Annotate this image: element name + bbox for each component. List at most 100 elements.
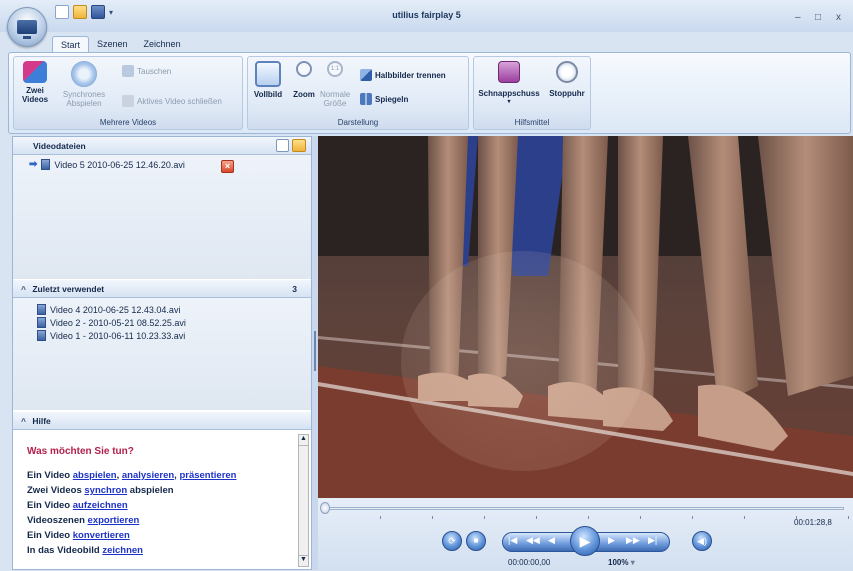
snapshot-button[interactable]: Schnappschuss ▾: [476, 61, 542, 107]
scroll-down-icon[interactable]: ▼: [299, 555, 308, 566]
sync-play-button[interactable]: Synchrones Abspielen: [58, 61, 110, 108]
timeline-tick: [380, 516, 381, 519]
help-link[interactable]: zeichnen: [102, 545, 143, 556]
videofiles-list: ➡ Video 5 2010-06-25 12.46.20.avi ×: [13, 155, 311, 279]
recent-item[interactable]: Video 4 2010-06-25 12.43.04.avi: [37, 304, 180, 315]
normal-size-icon: 1:1: [327, 61, 343, 77]
sync-icon: [71, 61, 97, 87]
scroll-up-icon[interactable]: ▲: [299, 435, 308, 446]
player-controls: 00:01:28,8 ⟳ ■ |◀ ◀◀ ◀ ▶ ▶ ▶▶ ▶| ◀) 00:0…: [318, 498, 853, 571]
step-forward-icon[interactable]: ▶: [608, 535, 622, 549]
timeline-thumb[interactable]: [320, 502, 330, 514]
timeline-tick: [744, 516, 745, 519]
duration-label: 00:01:28,8: [794, 518, 832, 527]
loop-icon: ⟳: [448, 536, 456, 546]
monitor-icon: [17, 20, 37, 39]
remove-file-icon[interactable]: ×: [221, 160, 234, 173]
help-title: Was möchten Sie tun?: [27, 446, 134, 457]
close-active-video-button[interactable]: Aktives Video schließen: [122, 95, 222, 107]
minimize-button[interactable]: –: [795, 12, 801, 23]
help-text: Zwei Videos: [27, 485, 85, 496]
help-text: Videoszenen: [27, 515, 88, 526]
fullscreen-icon: [255, 61, 281, 87]
help-line: Ein Video abspielen, analysieren, präsen…: [27, 470, 236, 481]
stop-icon: ■: [473, 536, 479, 545]
fullscreen-button[interactable]: Vollbild: [252, 61, 284, 99]
timeline-tick: [536, 516, 537, 519]
recent-header[interactable]: ^ Zuletzt verwendet 3: [13, 280, 311, 298]
help-lines: Ein Video abspielen, analysieren, präsen…: [27, 470, 236, 560]
collapse-chevron-icon: ^: [21, 416, 26, 426]
zoom-button[interactable]: Zoom: [290, 61, 318, 99]
timeline-tick: [588, 516, 589, 519]
zoom-dropdown-icon: ▾: [630, 558, 635, 567]
help-header[interactable]: ^ Hilfe: [13, 412, 311, 430]
help-line: Zwei Videos synchron abspielen: [27, 485, 236, 496]
help-line: Videoszenen exportieren: [27, 515, 236, 526]
timeline-tick: [432, 516, 433, 519]
videofiles-header: Videodateien: [13, 137, 311, 155]
window-title: utilius fairplay 5: [392, 10, 461, 20]
help-scrollbar[interactable]: ▲ ▼: [298, 434, 309, 567]
help-link[interactable]: präsentieren: [179, 470, 236, 481]
help-line: In das Videobild zeichnen: [27, 545, 236, 556]
mirror-button[interactable]: Spiegeln: [360, 93, 408, 105]
active-arrow-icon: ➡: [29, 159, 38, 170]
video-file-icon: [37, 317, 46, 328]
help-link[interactable]: exportieren: [88, 515, 140, 526]
group-label: Hilfsmittel: [514, 118, 550, 127]
camera-icon: [498, 61, 520, 83]
fast-rewind-icon[interactable]: ◀◀: [526, 535, 544, 549]
volume-button[interactable]: ◀): [692, 531, 712, 551]
split-fields-icon: [360, 69, 372, 81]
timeline-tick: [848, 516, 849, 519]
mirror-icon: [360, 93, 372, 105]
stopwatch-icon: [556, 61, 578, 83]
maximize-button[interactable]: □: [815, 12, 821, 23]
recent-item[interactable]: Video 2 - 2010-05-21 08.52.25.avi: [37, 317, 186, 328]
help-link[interactable]: abspielen: [73, 470, 117, 481]
open-folder-icon[interactable]: [292, 139, 306, 152]
zoom-level[interactable]: 100% ▾: [608, 558, 635, 567]
video-file-item[interactable]: ➡ Video 5 2010-06-25 12.46.20.avi: [29, 159, 185, 170]
stopwatch-button[interactable]: Stoppuhr: [546, 61, 588, 98]
video-image: [318, 136, 853, 498]
application-menu-button[interactable]: [7, 7, 47, 47]
group-hilfsmittel: Schnappschuss ▾ Stoppuhr Hilfsmittel: [473, 56, 591, 130]
help-text: Ein Video: [27, 530, 73, 541]
video-frame[interactable]: [318, 136, 853, 498]
timeline-track[interactable]: [324, 507, 844, 510]
play-button[interactable]: ▶: [570, 526, 600, 556]
fast-forward-icon[interactable]: ▶▶: [626, 535, 644, 549]
new-document-icon[interactable]: [276, 139, 289, 152]
step-back-icon[interactable]: ◀: [548, 535, 562, 549]
help-text: Ein Video: [27, 470, 73, 481]
swap-button[interactable]: Tauschen: [122, 65, 171, 77]
group-mehrere-videos: Zwei Videos Synchrones Abspielen Tausche…: [13, 56, 243, 130]
help-link[interactable]: konvertieren: [73, 530, 130, 541]
dropdown-arrow-icon: ▾: [507, 99, 511, 105]
help-line: Ein Video konvertieren: [27, 530, 236, 541]
loop-button[interactable]: ⟳: [442, 531, 462, 551]
close-button[interactable]: x: [836, 12, 841, 23]
recent-item[interactable]: Video 1 - 2010-06-11 10.23.33.avi: [37, 330, 185, 341]
help-link[interactable]: aufzeichnen: [73, 500, 128, 511]
help-content: Was möchten Sie tun? Ein Video abspielen…: [13, 430, 311, 569]
two-videos-button[interactable]: Zwei Videos: [20, 61, 50, 104]
title-bar: ▾ utilius fairplay 5 – □ x: [0, 0, 853, 47]
group-label: Mehrere Videos: [99, 118, 157, 127]
go-to-start-icon[interactable]: |◀: [508, 535, 522, 549]
help-line: Ein Video aufzeichnen: [27, 500, 236, 511]
normal-size-button[interactable]: 1:1 Normale Größe: [318, 61, 352, 108]
group-label: Darstellung: [337, 118, 379, 127]
help-link[interactable]: synchron: [84, 485, 127, 496]
left-panel: Videodateien ➡ Video 5 2010-06-25 12.46.…: [12, 136, 312, 570]
stop-button[interactable]: ■: [466, 531, 486, 551]
help-text: Ein Video: [27, 500, 73, 511]
go-to-end-icon[interactable]: ▶|: [648, 535, 662, 549]
help-link[interactable]: analysieren: [122, 470, 174, 481]
group-darstellung: Vollbild Zoom 1:1 Normale Größe Halbbild…: [247, 56, 469, 130]
split-fields-button[interactable]: Halbbilder trennen: [360, 69, 446, 81]
current-time: 00:00:00,00: [508, 558, 551, 567]
timeline-tick: [484, 516, 485, 519]
